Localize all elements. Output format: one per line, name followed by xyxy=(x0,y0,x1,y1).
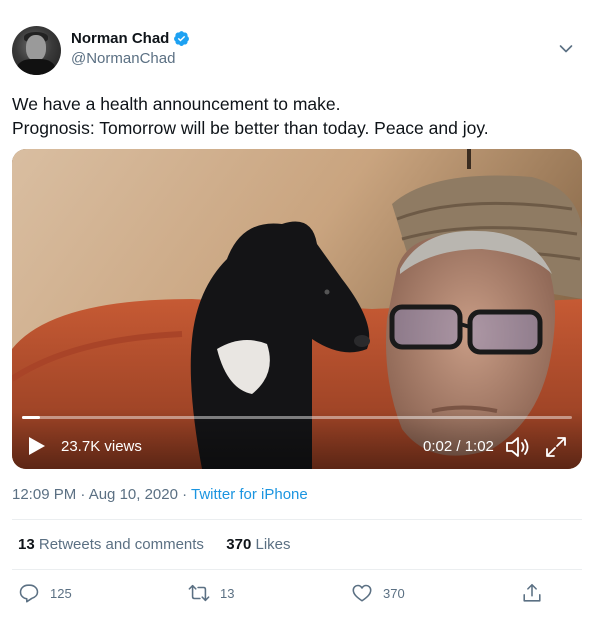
tweet-line: We have a health announcement to make. xyxy=(12,94,341,114)
play-icon[interactable] xyxy=(28,436,46,456)
volume-icon[interactable] xyxy=(505,435,531,459)
timestamp[interactable]: 12:09 PM · Aug 10, 2020 xyxy=(12,486,178,503)
retweets-count: 13 xyxy=(18,536,35,553)
heart-icon xyxy=(352,584,372,602)
likes-label: Likes xyxy=(255,536,291,553)
engagement-stats: 13 Retweets and comments 370 Likes xyxy=(18,536,291,553)
video-progress-fill xyxy=(22,416,40,419)
fullscreen-icon[interactable] xyxy=(545,436,567,458)
avatar[interactable] xyxy=(12,26,61,75)
video-time: 0:02 / 1:02 xyxy=(423,438,494,455)
reply-count: 125 xyxy=(50,585,72,601)
divider xyxy=(12,569,582,570)
meta-separator: · xyxy=(177,486,192,503)
likes-stat[interactable]: 370 Likes xyxy=(226,536,290,553)
tweet-header: Norman Chad @NormanChad xyxy=(12,26,577,76)
video-controls: 23.7K views 0:02 / 1:02 xyxy=(12,409,582,469)
divider xyxy=(12,519,582,520)
like-button[interactable]: 370 xyxy=(351,582,405,604)
retweets-stat[interactable]: 13 Retweets and comments xyxy=(18,536,204,553)
retweets-label: Retweets and comments xyxy=(38,536,204,553)
action-bar: 125 13 370 xyxy=(0,582,589,608)
likes-count: 370 xyxy=(226,536,252,553)
tweet-text: We have a health announcement to make. P… xyxy=(12,92,582,140)
video-progress-bar[interactable] xyxy=(22,416,572,419)
chevron-down-icon[interactable] xyxy=(559,44,573,54)
verified-badge-icon xyxy=(174,31,190,46)
reply-button[interactable]: 125 xyxy=(18,582,72,604)
share-button[interactable] xyxy=(521,582,543,604)
tweet-meta: 12:09 PM · Aug 10, 2020 · Twitter for iP… xyxy=(12,486,308,503)
video-player[interactable]: 23.7K views 0:02 / 1:02 xyxy=(12,149,582,469)
reply-icon xyxy=(19,584,39,603)
handle[interactable]: @NormanChad xyxy=(71,50,190,67)
retweet-icon xyxy=(188,584,210,602)
display-name[interactable]: Norman Chad xyxy=(71,30,169,47)
retweet-count: 13 xyxy=(220,585,235,601)
author-info[interactable]: Norman Chad @NormanChad xyxy=(71,30,190,67)
tweet-line: Prognosis: Tomorrow will be better than … xyxy=(12,118,489,138)
retweet-button[interactable]: 13 xyxy=(188,582,234,604)
source-link[interactable]: Twitter for iPhone xyxy=(191,486,308,503)
like-count: 370 xyxy=(383,585,405,601)
view-count: 23.7K views xyxy=(61,438,142,455)
share-icon xyxy=(523,583,541,602)
